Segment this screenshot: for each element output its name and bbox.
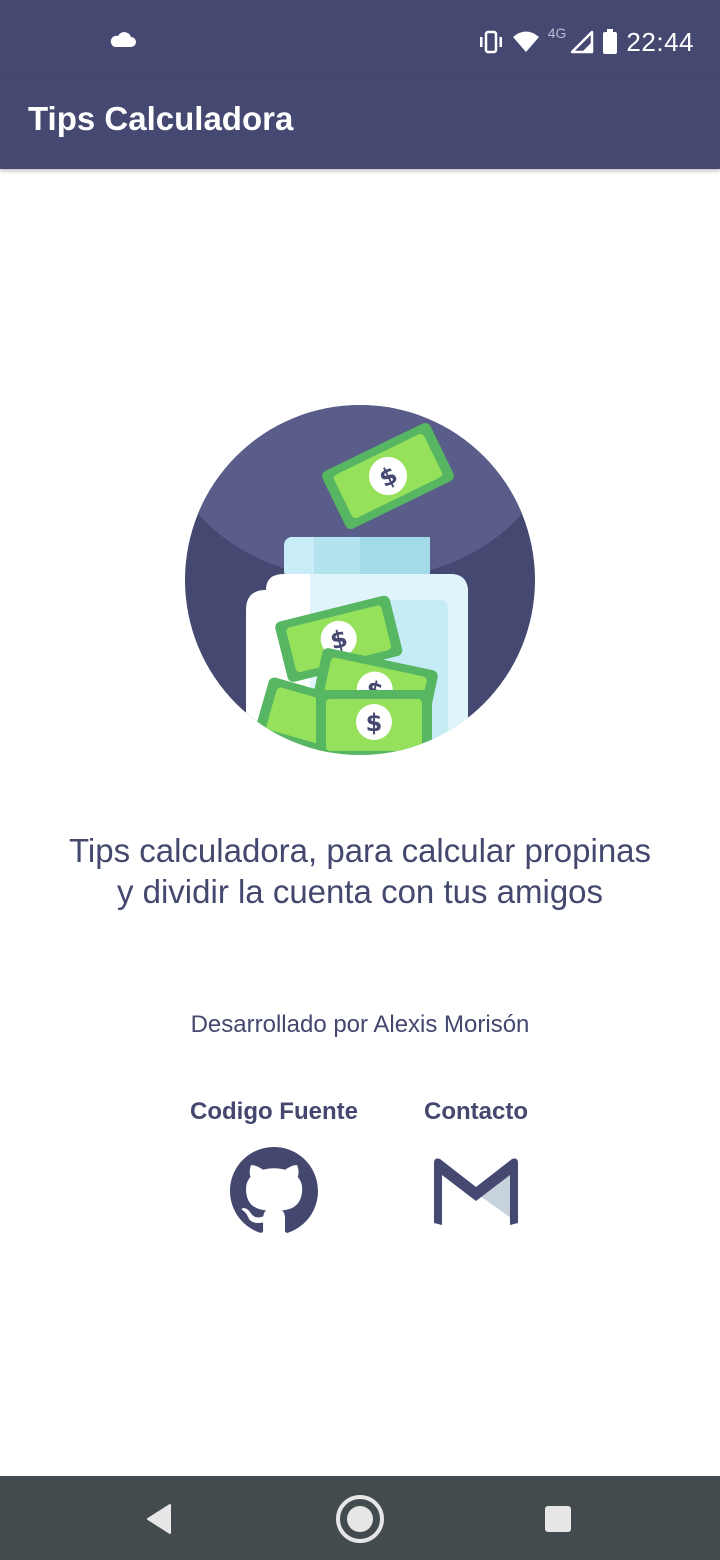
wifi-icon [512, 31, 539, 52]
vibrate-icon [479, 30, 502, 54]
system-nav-bar [0, 1476, 720, 1560]
contact-link-group: Contacto [410, 1098, 542, 1126]
developer-credit: Desarrollado por Alexis Morisón [190, 1011, 530, 1038]
contact-label: Contacto [424, 1098, 528, 1125]
mail-icon[interactable] [428, 1155, 524, 1229]
source-code-link-group: Codigo Fuente [190, 1098, 358, 1126]
status-time: 22:44 [626, 26, 694, 57]
source-code-label: Codigo Fuente [190, 1098, 358, 1125]
app-bar: Tips Calculadora [0, 80, 720, 169]
status-icons: 4G 22:44 [478, 22, 694, 62]
signal-icon [571, 30, 594, 54]
status-bar: 4G 22:44 [0, 0, 720, 80]
battery-icon [603, 29, 618, 54]
recents-icon[interactable] [532, 1493, 584, 1545]
money-jar-illustration: $ $ $ $ [185, 405, 535, 755]
svg-text:$: $ [366, 709, 383, 737]
github-icon[interactable] [230, 1147, 318, 1235]
network-type-label: 4G [547, 25, 567, 41]
app-title: Tips Calculadora [28, 100, 294, 137]
cloud-icon [110, 32, 136, 47]
back-icon[interactable] [134, 1493, 186, 1545]
home-icon[interactable] [334, 1493, 386, 1545]
app-description: Tips calculadora, para calcular propinas… [68, 832, 652, 910]
